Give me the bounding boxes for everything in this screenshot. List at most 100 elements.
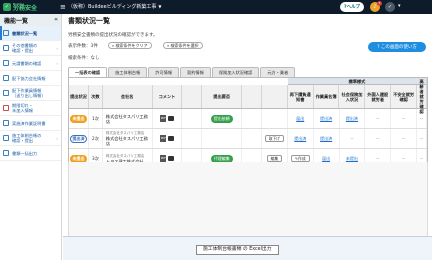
create-label: 作成: [298, 156, 306, 161]
roster-link[interactable]: 届出: [322, 156, 330, 161]
page-title: 書類状況一覧: [68, 17, 110, 25]
spacer-cell: [182, 109, 203, 128]
chevron-down-icon: ▼: [158, 4, 162, 9]
search-icon: ⌕: [167, 43, 170, 48]
tab-contracts[interactable]: 契約情報: [180, 67, 211, 77]
table-header: 高齢者就労確認: [417, 79, 428, 114]
table-header-row: 提出状況 次数 会社名 コメント 提出要否 再下請負通知書 作業員名簿 社会保険…: [69, 79, 428, 114]
request-submission-button[interactable]: 提出依頼: [210, 114, 233, 123]
table-header: 社会保険加入状況: [339, 85, 366, 108]
roster-link[interactable]: 提出済: [320, 116, 332, 121]
sidebar-header: 機能一覧 «: [0, 14, 61, 26]
create-button[interactable]: ✎ 作成: [290, 155, 310, 162]
sidebar: 機能一覧 « 書類状況一覧 その他書類の 確認・提出 › 元請書類の確認 › 配…: [0, 14, 62, 260]
table-header: コメント: [153, 85, 183, 108]
sidebar-item-label: その他書類の 確認・提出: [12, 43, 38, 53]
document-status-table: 標準様式 提出状況 次数 会社名 コメント 提出要否 再下請負通知書 作業員名簿…: [68, 77, 428, 170]
withdraw-button[interactable]: 取下げ: [264, 135, 285, 142]
sidebar-item-label: 実施済作業証明書: [12, 120, 46, 126]
table-group-spacer: [69, 78, 288, 85]
sidebar-item-construction-ledger[interactable]: 施工体制台帳の 確認・提出 ›: [0, 131, 61, 146]
logo[interactable]: ✓ Buildee 労務安全: [3, 2, 37, 12]
tab-prime[interactable]: 元方・業者: [260, 67, 296, 77]
spacer-cell: [242, 109, 262, 128]
sidebar-item-partner-companies[interactable]: 配下協力会社情報: [0, 71, 61, 86]
logo-mark-icon: ✓: [3, 3, 11, 11]
action-cell: [202, 129, 243, 148]
certificate-icon: [3, 120, 9, 126]
help-button[interactable]: ? ヘルプ: [340, 2, 364, 12]
sidebar-item-document-status[interactable]: 書類状況一覧: [0, 26, 61, 41]
sidebar-item-work-certificates[interactable]: 実施済作業証明書: [0, 116, 61, 131]
collapse-sidebar-icon[interactable]: «: [54, 16, 58, 23]
company-name-text: 株式会社タスパリ工務店: [105, 136, 148, 146]
document-list-icon: [3, 30, 9, 36]
tab-summary[interactable]: 一括表の確認: [68, 67, 108, 77]
download-icon: [3, 150, 9, 156]
notice-link[interactable]: 届出: [296, 116, 304, 121]
user-menu-chevron-icon[interactable]: ▾: [398, 3, 401, 9]
edit-button[interactable]: 編集: [266, 155, 283, 162]
table-header: 作業員名簿: [314, 85, 340, 108]
sidebar-item-label: 施工体制台帳の 確認・提出: [12, 133, 42, 143]
select-search-button[interactable]: ⌕ 検索条件を選択: [163, 42, 203, 49]
help-label: ヘルプ: [346, 5, 361, 10]
sidebar-item-label: 期限切れ・ 未加入情報: [12, 103, 33, 113]
table-row: 未提出 1次 株式会社タスパリ工務店 PDF 提出依頼 届出 提出済 提出済 －…: [69, 109, 427, 129]
howto-button[interactable]: ? この画面の使い方: [368, 42, 426, 52]
sidebar-item-expired[interactable]: 期限切れ・ 未加入情報: [0, 101, 61, 116]
clear-search-button[interactable]: ⌕ 検索条件をクリア: [108, 42, 152, 49]
unsafe-work-cell: －: [391, 129, 418, 148]
excel-export-button[interactable]: 施工体制台帳書類 の Excel出力: [196, 245, 279, 255]
table-row: 提出済 2次 株式会社タスパリ工務店 株式会社タスパリ工務店 PDF 取下げ 提出…: [69, 129, 427, 149]
user-avatar-icon[interactable]: ✓: [385, 2, 395, 12]
comment-cell: PDF: [153, 109, 183, 128]
pdf-icon[interactable]: PDF: [160, 115, 167, 122]
message-icon[interactable]: [167, 156, 174, 161]
insurance-cell: 提出済: [340, 109, 366, 128]
status-badge: 提出済: [70, 134, 87, 143]
unsafe-work-cell: －: [391, 109, 418, 128]
sidebar-item-other-docs[interactable]: その他書類の 確認・提出 ›: [0, 41, 61, 56]
tab-bar: 一括表の確認 施工体制台帳 許可情報 契約情報 保険加入状況確認 元方・業者: [68, 67, 296, 77]
sidebar-item-label: 元請書類の確認: [12, 60, 42, 66]
insurance-link[interactable]: 未提出: [346, 156, 358, 161]
status-cell: 提出済: [69, 129, 89, 148]
tab-permits[interactable]: 許可情報: [148, 67, 180, 77]
chevron-right-icon: ›: [56, 136, 58, 141]
message-icon[interactable]: [167, 136, 174, 141]
sidebar-item-prime-docs[interactable]: 元請書類の確認 ›: [0, 56, 61, 71]
tab-ledger[interactable]: 施工体制台帳: [108, 67, 148, 77]
sidebar-item-workers[interactable]: 配下作業員情報 （送り出し情報）: [0, 86, 61, 101]
status-cell: 未提出: [69, 109, 89, 128]
message-icon[interactable]: [167, 116, 174, 121]
table-header: [182, 85, 203, 108]
extra-cell: 取下げ: [262, 129, 288, 148]
company-name[interactable]: 株式会社タスパリ工務店 株式会社タスパリ工務店: [104, 131, 151, 146]
chevron-right-icon: ›: [56, 61, 58, 66]
tab-insurance[interactable]: 保険加入状況確認: [211, 67, 260, 77]
sidebar-item-label: 配下作業員情報 （送り出し情報）: [12, 88, 46, 98]
howto-label: この画面の使い方: [380, 45, 417, 50]
status-badge: 未提出: [70, 114, 87, 123]
table-header: 不安全就労確認: [391, 85, 418, 108]
top-bar: ✓ Buildee 労務安全 ≡ （仮称）Buildeeビルディング新築工事 ▼ …: [0, 0, 432, 14]
company-cell: 株式会社タスパリ工務店 株式会社タスパリ工務店: [103, 129, 153, 148]
table-header: 次数: [89, 85, 103, 108]
building-icon: [3, 75, 9, 81]
table-header: 会社名: [103, 85, 153, 108]
company-name[interactable]: 株式会社タスパリ工務店: [104, 114, 151, 124]
elderly-work-cell: －: [417, 129, 427, 148]
search-icon: ⌕: [112, 43, 115, 48]
insurance-link[interactable]: 提出済: [346, 116, 358, 121]
document-icon: [3, 60, 9, 66]
hamburger-icon[interactable]: ≡: [60, 3, 66, 11]
pdf-icon[interactable]: PDF: [160, 155, 167, 162]
subcontract-notice-cell: 提出済: [288, 129, 314, 148]
pdf-icon[interactable]: PDF: [160, 135, 167, 142]
notice-link[interactable]: 提出済: [294, 136, 306, 141]
roster-link[interactable]: 提出済: [320, 136, 332, 141]
project-selector[interactable]: （仮称）Buildeeビルディング新築工事 ▼: [68, 3, 161, 10]
ledger-icon: [3, 135, 9, 141]
sidebar-item-bulk-output[interactable]: 書類一括出力: [0, 146, 61, 161]
